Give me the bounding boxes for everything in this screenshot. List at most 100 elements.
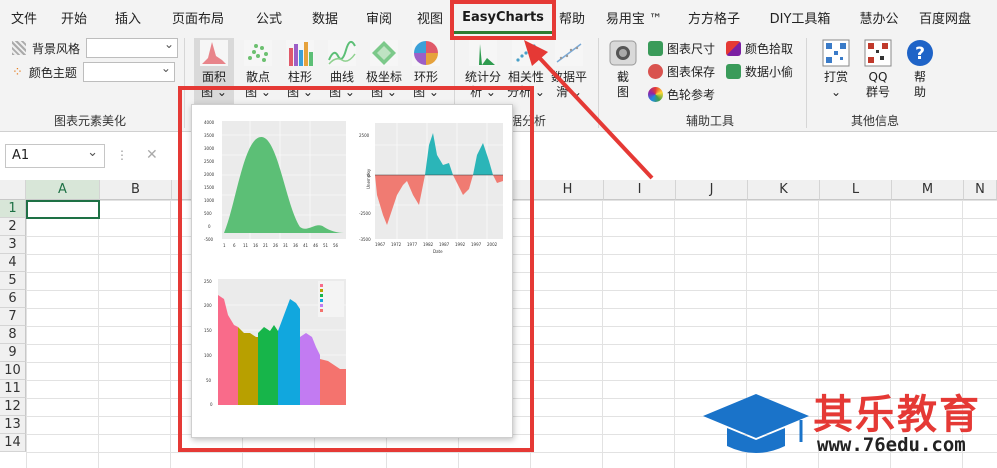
data-smoothing-label-1: 数据平: [550, 70, 587, 84]
bg-style-select[interactable]: [86, 37, 179, 58]
y-tick: 0: [210, 402, 213, 407]
row-header[interactable]: 7: [0, 308, 26, 326]
column-header[interactable]: I: [604, 180, 676, 200]
column-header[interactable]: A: [26, 180, 100, 200]
row-header[interactable]: 12: [0, 398, 26, 416]
x-tick: 21: [263, 243, 269, 248]
row-header[interactable]: 2: [0, 218, 26, 236]
row-header[interactable]: 1: [0, 200, 26, 218]
help-label-2: 助: [913, 85, 926, 99]
stats-analysis-button[interactable]: 统计分 析 ⌄: [462, 38, 504, 108]
polar-chart-button[interactable]: 极坐标 图 ⌄: [362, 38, 406, 108]
cancel-icon[interactable]: ✕: [146, 147, 158, 163]
row-header[interactable]: 11: [0, 380, 26, 398]
chart-thumbnail-multi-area[interactable]: 250 200 150 100 50 0: [200, 275, 350, 427]
tab-file[interactable]: 文件: [0, 0, 48, 34]
chart-thumbnail-density-area[interactable]: 4000 3500 3000 2500 2000 1500 1000 500 0…: [200, 115, 350, 255]
screenshot-label-2: 图: [616, 85, 629, 99]
color-picker-button[interactable]: 颜色拾取: [726, 40, 793, 57]
tab-review[interactable]: 审阅: [352, 0, 406, 34]
chart-save-button[interactable]: 图表保存: [648, 63, 715, 80]
x-tick: 1: [223, 243, 226, 248]
group-label-beautify: 图表元素美化: [53, 114, 126, 128]
data-thief-icon: [726, 64, 741, 79]
chart-thumbnail-deviation-area[interactable]: 2500 0 -2500 -3500 1967 1972 1977 1982 1…: [357, 115, 507, 255]
bg-style-row: 背景风格: [12, 37, 179, 58]
color-theme-select[interactable]: [82, 61, 175, 82]
screenshot-label-1: 截: [616, 70, 629, 84]
help-button[interactable]: ? 帮 助: [900, 38, 940, 108]
group-label-other: 其他信息: [850, 114, 899, 128]
tab-baidu-netdisk[interactable]: 百度网盘: [910, 0, 980, 34]
tab-fangfanggezi[interactable]: 方方格子: [676, 0, 752, 34]
y-tick: 50: [206, 378, 212, 383]
tab-home[interactable]: 开始: [48, 0, 100, 34]
help-label-1: 帮: [913, 70, 926, 84]
select-all-corner[interactable]: [0, 180, 26, 200]
tab-formulas[interactable]: 公式: [240, 0, 298, 34]
row-header[interactable]: 9: [0, 344, 26, 362]
column-chart-label-1: 柱形: [287, 70, 312, 84]
graduation-cap-icon: [703, 394, 809, 453]
row-header[interactable]: 3: [0, 236, 26, 254]
palette-icon: ⁘: [12, 64, 23, 80]
correlation-analysis-button[interactable]: 相关性 分析 ⌄: [504, 38, 548, 108]
separator: [598, 38, 599, 128]
tab-huibangong[interactable]: 慧办公: [848, 0, 910, 34]
x-tick: 1967: [375, 242, 386, 247]
qr-code-icon: [822, 39, 850, 67]
column-header[interactable]: H: [532, 180, 604, 200]
row-header[interactable]: 4: [0, 254, 26, 272]
ring-chart-label-2: 图 ⌄: [413, 85, 439, 99]
x-tick: 56: [333, 243, 339, 248]
row-header[interactable]: 6: [0, 290, 26, 308]
data-thief-button[interactable]: 数据小偷: [726, 63, 793, 80]
row-header[interactable]: 13: [0, 416, 26, 434]
row-header[interactable]: 5: [0, 272, 26, 290]
chart-size-label: 图表尺寸: [667, 42, 716, 56]
tab-yiyongbao[interactable]: 易用宝 ™: [592, 0, 676, 34]
row-header[interactable]: 14: [0, 434, 26, 452]
name-box[interactable]: A1: [5, 144, 105, 168]
column-chart-button[interactable]: 柱形 图 ⌄: [280, 38, 320, 108]
column-header[interactable]: L: [820, 180, 892, 200]
y-tick: 200: [204, 303, 212, 308]
tab-easycharts[interactable]: EasyCharts: [454, 4, 552, 34]
x-axis-label: Date: [433, 249, 443, 254]
data-smoothing-button[interactable]: 数据平 滑 ⌄: [548, 38, 590, 108]
separator: [184, 38, 185, 128]
screenshot-button[interactable]: 截 图: [604, 38, 642, 108]
y-tick: 500: [204, 211, 212, 216]
polar-chart-icon: [370, 40, 398, 66]
column-header[interactable]: N: [964, 180, 997, 200]
stats-analysis-label-1: 统计分: [464, 70, 501, 84]
column-header[interactable]: B: [100, 180, 172, 200]
color-wheel-button[interactable]: 色轮参考: [648, 86, 715, 103]
scatter-chart-button[interactable]: 散点 图 ⌄: [238, 38, 278, 108]
row-header[interactable]: 8: [0, 326, 26, 344]
row-header[interactable]: 10: [0, 362, 26, 380]
tab-help[interactable]: 帮助: [552, 0, 592, 34]
tip-button[interactable]: 打赏 ⌄: [816, 38, 856, 108]
qq-group-button[interactable]: QQ 群号: [858, 38, 898, 108]
y-tick: 2000: [204, 172, 215, 177]
tab-insert[interactable]: 插入: [100, 0, 156, 34]
tab-diy-toolbox[interactable]: DIY工具箱: [752, 0, 848, 34]
column-header[interactable]: J: [676, 180, 748, 200]
x-tick: 46: [313, 243, 319, 248]
selected-cell-a1[interactable]: [26, 200, 100, 219]
y-tick: -500: [204, 237, 214, 242]
column-header[interactable]: K: [748, 180, 820, 200]
chart-size-button[interactable]: 图表尺寸: [648, 40, 715, 57]
area-chart-button[interactable]: 面积 图 ⌄: [194, 38, 234, 108]
column-header[interactable]: M: [892, 180, 964, 200]
x-tick: 2002: [487, 242, 498, 247]
ring-chart-icon: [412, 40, 440, 66]
tab-view[interactable]: 视图: [406, 0, 454, 34]
x-tick: 1977: [407, 242, 418, 247]
stats-analysis-icon: [469, 40, 497, 66]
tab-data[interactable]: 数据: [298, 0, 352, 34]
ring-chart-button[interactable]: 环形 图 ⌄: [406, 38, 446, 108]
tab-page-layout[interactable]: 页面布局: [156, 0, 240, 34]
curve-chart-button[interactable]: 曲线 图 ⌄: [322, 38, 362, 108]
